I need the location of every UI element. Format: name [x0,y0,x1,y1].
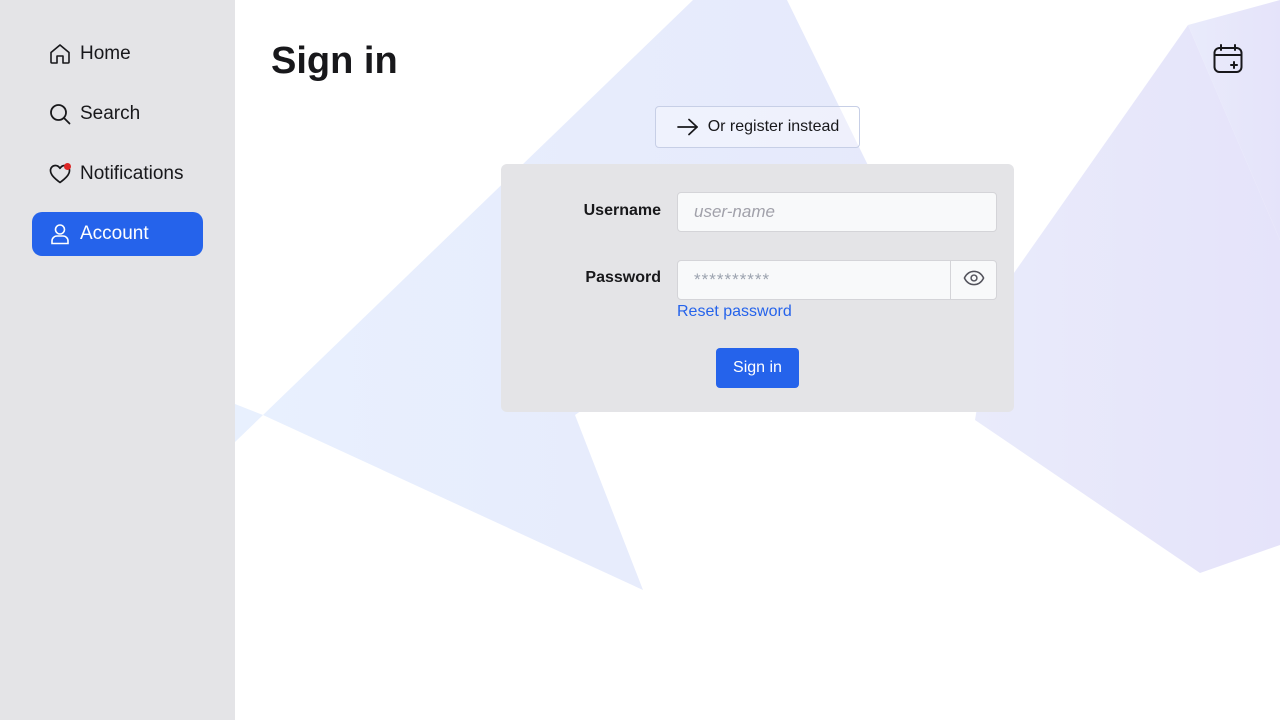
register-button[interactable]: Or register instead [655,106,860,148]
password-label: Password [585,269,661,286]
reset-password-link[interactable]: Reset password [677,303,792,321]
home-icon [48,42,72,66]
heart-icon [48,162,72,186]
notification-badge [64,163,71,170]
sidebar-item-home[interactable]: Home [32,32,203,76]
username-input[interactable] [677,192,997,232]
user-icon [48,222,72,246]
sidebar-item-account[interactable]: Account [32,212,203,256]
page-title: Sign in [271,40,398,82]
eye-icon [963,267,985,294]
show-password-button[interactable] [950,260,997,300]
sidebar-item-label: Search [80,103,141,124]
sidebar-item-label: Notifications [80,163,184,184]
username-label: Username [583,202,661,219]
arrow-right-icon [676,115,700,139]
sidebar-item-search[interactable]: Search [32,92,203,136]
sidebar-item-notifications[interactable]: Notifications [32,152,203,196]
sign-in-button[interactable]: Sign in [716,348,799,388]
calendar-add-button[interactable] [1211,43,1245,80]
sign-in-form: Username Password Reset password Sign in [501,164,1014,412]
sidebar: Home Search Notifications Account [0,0,235,720]
password-input[interactable] [677,260,951,300]
calendar-plus-icon [1212,43,1244,80]
register-label: Or register instead [707,118,840,135]
main-content: Sign in Or register instead Username Pas… [235,0,1280,720]
search-icon [48,102,72,126]
sidebar-item-label: Account [80,223,149,244]
sidebar-item-label: Home [80,43,131,64]
